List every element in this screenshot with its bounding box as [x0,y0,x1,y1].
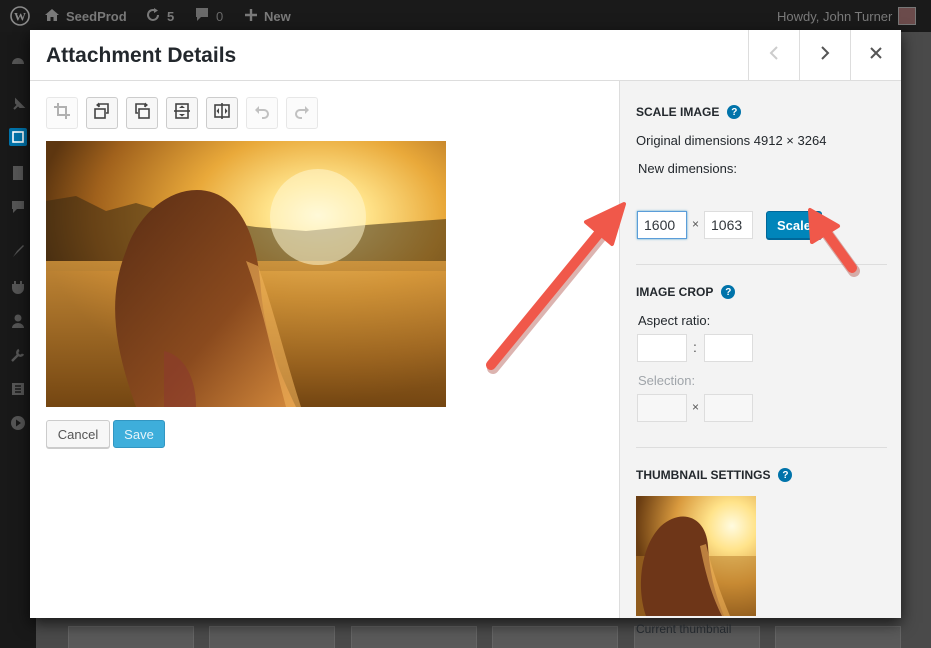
settings-icon[interactable] [9,380,27,398]
image-editor: Cancel Save [30,81,619,618]
dimension-separator: × [692,217,700,231]
avatar [898,7,917,25]
aspect-ratio-height-input[interactable] [704,334,753,362]
attachment-details-modal: Attachment Details Cancel Save SCALE IMA… [30,30,901,636]
section-divider [636,447,887,448]
background-card [351,626,477,648]
users-icon[interactable] [9,312,27,330]
scale-image-heading: Scale Image [636,105,720,119]
background-card [68,626,194,648]
image-crop-heading: Image Crop [636,285,714,299]
redo-icon [293,102,311,125]
current-thumbnail-image [636,496,756,616]
comments-count: 0 [216,8,224,24]
comments-menu-icon[interactable] [9,198,27,216]
aspect-ratio-separator: : [693,339,697,355]
site-name: SeedProd [66,8,127,24]
rotate-left-icon [93,102,111,125]
background-card [492,626,618,648]
site-name-link[interactable]: SeedProd [44,0,127,32]
flip-horizontal-button[interactable] [206,97,238,129]
undo-button[interactable] [246,97,278,129]
crop-button[interactable] [46,97,78,129]
home-icon [44,8,60,25]
updates-link[interactable]: 5 [145,0,174,32]
chevron-right-icon [819,45,831,66]
tools-icon[interactable] [9,346,27,364]
rotate-right-button[interactable] [126,97,158,129]
thumbnail-settings-heading: Thumbnail Settings [636,468,771,482]
rotate-right-icon [133,102,151,125]
current-thumbnail-caption: Current thumbnail [636,622,732,636]
selection-height-input[interactable] [704,394,753,422]
scale-height-input[interactable]: 1063 [704,211,753,239]
scale-image-section: Scale Image ? [636,105,742,119]
selection-label: Selection: [638,373,696,388]
help-icon[interactable]: ? [727,105,742,119]
new-content-link[interactable]: New [244,0,291,32]
previous-attachment-button[interactable] [748,30,799,80]
redo-button[interactable] [286,97,318,129]
pages-icon[interactable] [9,164,27,182]
aspect-ratio-label: Aspect ratio: [638,313,711,328]
selection-width-input[interactable] [637,394,687,422]
close-modal-button[interactable] [850,30,901,80]
image-settings-panel: Scale Image ? Original dimensions 4912 ×… [619,81,901,636]
next-attachment-button[interactable] [799,30,850,80]
image-crop-section: Image Crop ? [636,285,736,299]
modal-title: Attachment Details [46,44,237,67]
aspect-ratio-width-input[interactable] [637,334,687,362]
chevron-left-icon [768,45,780,66]
help-icon[interactable]: ? [721,285,736,299]
plus-icon [244,8,258,25]
updates-icon [145,7,161,26]
background-card [775,626,901,648]
dashboard-icon[interactable] [9,52,27,70]
help-icon[interactable]: ? [778,468,793,482]
new-dimensions-label: New dimensions: [638,161,737,176]
close-icon [869,46,883,65]
appearance-icon[interactable] [9,242,27,260]
plugins-icon[interactable] [9,278,27,296]
thumbnail-settings-section: Thumbnail Settings ? [636,468,793,482]
admin-bar: W SeedProd 5 0 New Howdy, John Turner [0,0,931,32]
scale-button[interactable]: Scale [766,211,822,239]
updates-count: 5 [167,8,175,24]
new-label: New [264,8,291,24]
comment-icon [194,7,210,25]
cancel-button[interactable]: Cancel [46,420,110,448]
rotate-left-button[interactable] [86,97,118,129]
comments-link[interactable]: 0 [194,0,223,32]
section-divider [636,264,887,265]
selection-separator: × [692,400,700,414]
media-icon[interactable] [9,128,27,146]
scale-width-input[interactable]: 1600 [637,211,687,239]
wordpress-logo-icon[interactable]: W [10,0,30,32]
pin-icon[interactable] [9,96,27,114]
greeting: Howdy, John Turner [777,8,893,24]
crop-icon [53,102,71,125]
my-account-link[interactable]: Howdy, John Turner [777,0,917,32]
collapse-play-icon[interactable] [9,414,27,432]
background-card [209,626,335,648]
flip-vertical-button[interactable] [166,97,198,129]
modal-header: Attachment Details [30,30,901,81]
image-preview[interactable] [46,141,446,407]
undo-icon [253,102,271,125]
original-dimensions: Original dimensions 4912 × 3264 [636,133,827,148]
flip-vertical-icon [173,102,191,125]
svg-text:W: W [14,10,26,24]
flip-horizontal-icon [213,102,231,125]
save-button[interactable]: Save [113,420,165,448]
